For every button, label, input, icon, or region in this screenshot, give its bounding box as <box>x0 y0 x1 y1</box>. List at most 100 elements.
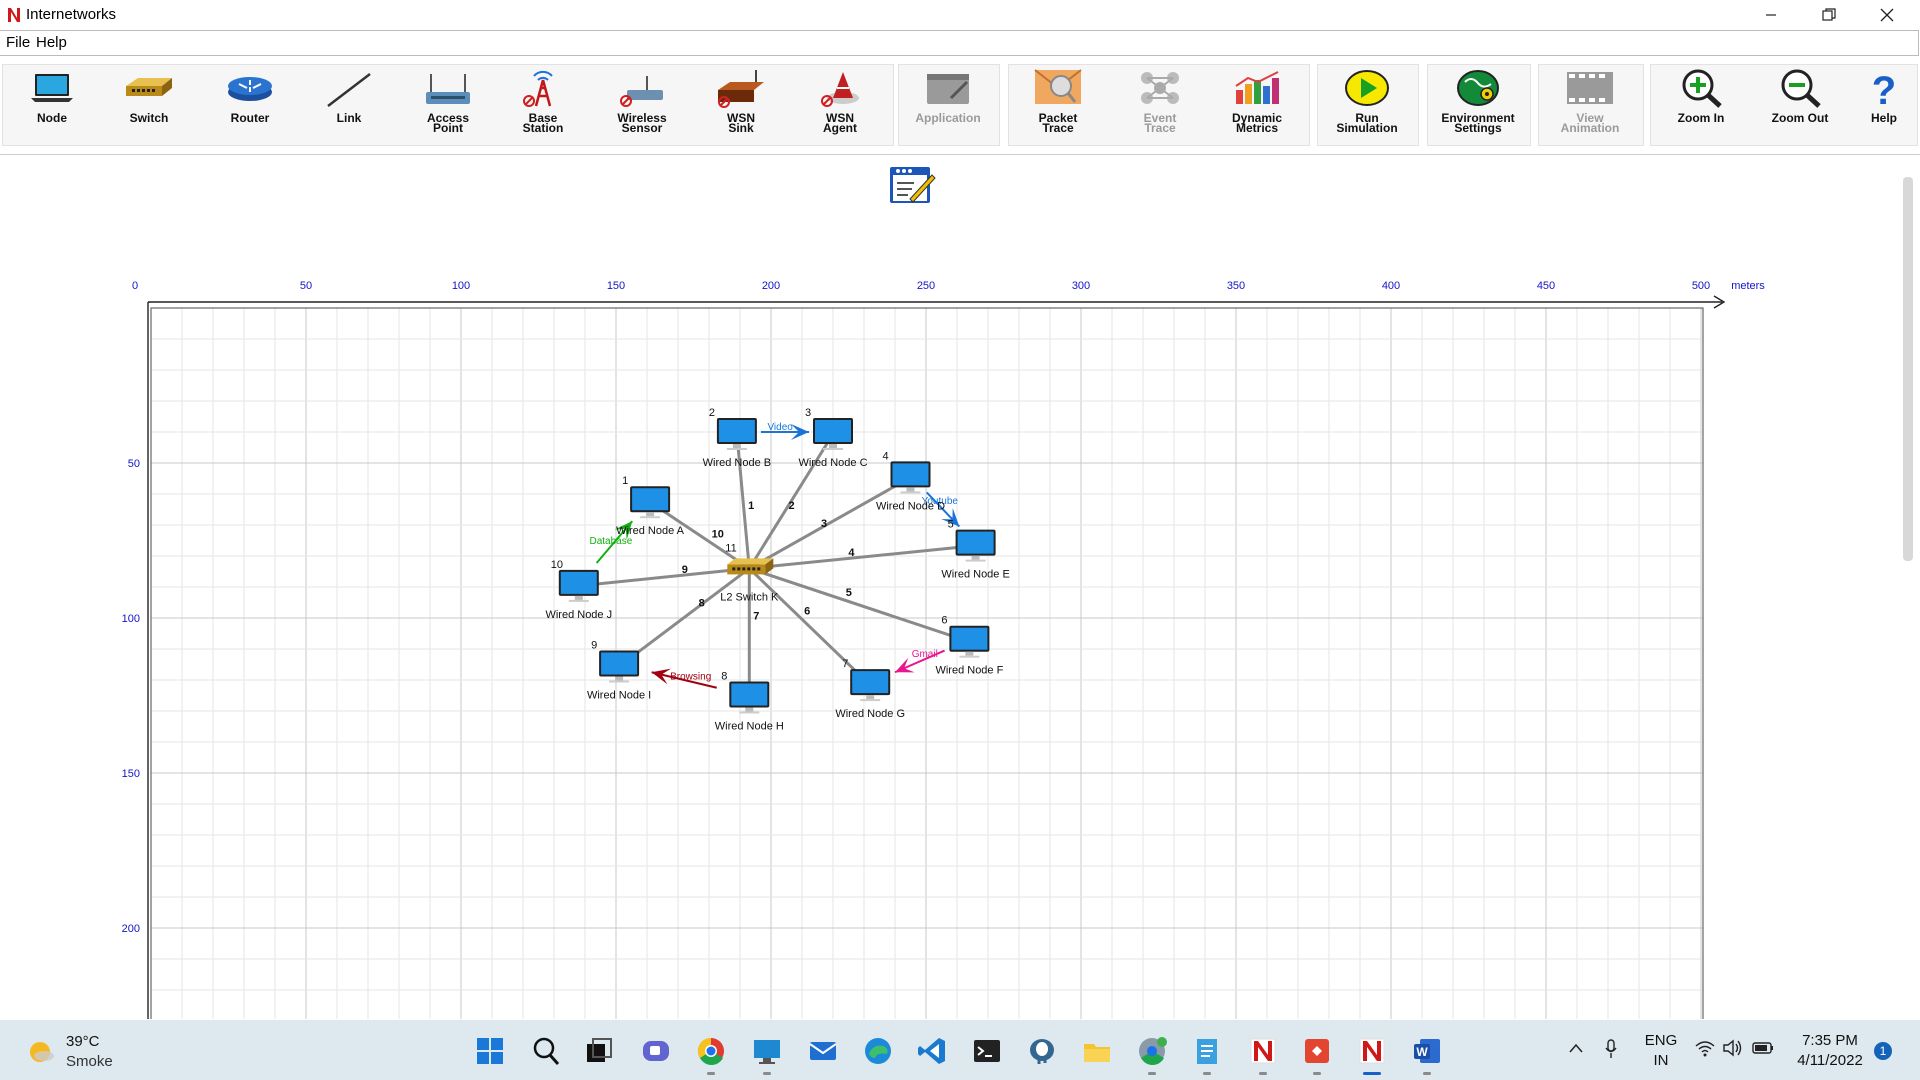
application-icon <box>927 74 969 104</box>
wsn-sink-tool-button[interactable]: WSN Sink <box>696 66 786 142</box>
postgres-icon <box>1030 1039 1054 1064</box>
run-simulation-tool-button[interactable]: Run Simulation <box>1322 66 1412 142</box>
link-label: 1 <box>748 500 754 512</box>
notepad-icon[interactable] <box>890 167 936 203</box>
wsn-agent-tool-button[interactable]: WSN Agent <box>795 66 885 142</box>
wired-node[interactable] <box>630 486 671 519</box>
node-id: 6 <box>941 615 947 627</box>
network-link[interactable] <box>578 566 750 588</box>
chrome-dev-taskbar-button[interactable] <box>1135 1034 1169 1068</box>
windows-start-taskbar-button[interactable] <box>473 1034 507 1068</box>
link-label: 8 <box>699 598 705 610</box>
link-tool-button[interactable]: Link <box>304 66 394 142</box>
packet-trace-tool-label: Packet Trace <box>1038 111 1078 135</box>
word-taskbar-button[interactable]: W <box>1410 1034 1444 1068</box>
run-simulation-tool-label: Run Simulation <box>1336 111 1398 135</box>
network-grid[interactable]: 0 50 100 150 200 250 300 350 400 450 500 meters 50 10… <box>0 155 1920 1019</box>
netsim-active-taskbar-button[interactable] <box>1355 1034 1389 1068</box>
wifi-icon[interactable] <box>1694 1039 1716 1057</box>
design-canvas[interactable]: 0 50 100 150 200 250 300 350 400 450 500 meters 50 10… <box>0 154 1920 1019</box>
laptop-icon <box>31 74 73 102</box>
application-label: Gmail <box>912 649 938 660</box>
link-label: 4 <box>848 547 855 559</box>
file-explorer-taskbar-button[interactable] <box>1080 1034 1114 1068</box>
view-animation-tool-button[interactable]: View Animation <box>1545 66 1635 142</box>
postgres-taskbar-button[interactable] <box>1025 1034 1059 1068</box>
dynamic-metrics-tool-label: Dynamic Metrics <box>1231 111 1283 135</box>
notification-badge[interactable]: 1 <box>1874 1042 1892 1060</box>
wired-node[interactable] <box>850 669 891 702</box>
network-link[interactable] <box>748 567 872 687</box>
close-button[interactable] <box>1858 0 1916 30</box>
clock-date[interactable]: 4/11/2022 <box>1790 1052 1870 1069</box>
wired-node[interactable] <box>716 418 757 450</box>
netsim-taskbar-button[interactable] <box>1246 1034 1280 1068</box>
vscode-taskbar-button[interactable] <box>915 1034 949 1068</box>
node-label: Wired Node H <box>715 721 784 733</box>
menu-file[interactable]: File <box>6 34 30 51</box>
chat-taskbar-button[interactable] <box>639 1034 673 1068</box>
language-indicator[interactable]: ENG <box>1644 1032 1678 1049</box>
y-tick-label: 150 <box>122 768 140 780</box>
vertical-scrollbar[interactable] <box>1903 177 1913 561</box>
zoom-out-tool-button[interactable]: Zoom Out <box>1755 66 1845 142</box>
event-trace-tool-button[interactable]: Event Trace <box>1115 66 1205 142</box>
help-tool-button[interactable]: ? Help <box>1839 66 1920 142</box>
wired-node[interactable] <box>955 529 996 562</box>
link-label: 9 <box>682 564 688 576</box>
edge-taskbar-button[interactable] <box>861 1034 895 1068</box>
zoom-in-tool-button[interactable]: Zoom In <box>1656 66 1746 142</box>
wireless-sensor-tool-button[interactable]: Wireless Sensor <box>597 66 687 142</box>
restore-icon <box>1822 8 1836 21</box>
toolbar: Node Switch Router Link Access Point Bas… <box>0 62 1920 146</box>
region-indicator[interactable]: IN <box>1644 1052 1678 1069</box>
access-point-tool-label: Access Point <box>426 111 470 135</box>
dynamic-metrics-tool-button[interactable]: Dynamic Metrics <box>1212 66 1302 142</box>
network-link[interactable] <box>748 566 970 644</box>
x-tick-label: 50 <box>300 280 312 292</box>
edge-icon <box>865 1038 891 1064</box>
node-label: Wired Node I <box>587 690 651 702</box>
search-taskbar-button[interactable] <box>529 1034 563 1068</box>
weather-description: Smoke <box>66 1053 113 1070</box>
environment-settings-tool-button[interactable]: Environment Settings <box>1433 66 1523 142</box>
grid-border <box>150 307 1704 1019</box>
wired-node[interactable] <box>890 461 931 494</box>
battery-icon[interactable] <box>1752 1040 1776 1056</box>
chrome-taskbar-button[interactable] <box>694 1034 728 1068</box>
desktop-taskbar-button[interactable] <box>750 1034 784 1068</box>
zoom-out-tool-label: Zoom Out <box>1771 111 1829 125</box>
application-tool-button[interactable]: Application <box>903 66 993 142</box>
x-tick-label: 200 <box>762 280 780 292</box>
volume-icon[interactable] <box>1722 1039 1744 1057</box>
wired-node[interactable] <box>949 625 990 658</box>
l2-switch[interactable] <box>727 558 774 575</box>
microphone-icon[interactable] <box>1604 1039 1618 1059</box>
minimize-button[interactable] <box>1742 0 1800 30</box>
restore-button[interactable] <box>1800 0 1858 30</box>
base-station-tool-button[interactable]: Base Station <box>498 66 588 142</box>
y-tick-label: 100 <box>122 613 140 625</box>
packet-trace-tool-button[interactable]: Packet Trace <box>1013 66 1103 142</box>
router-tool-button[interactable]: Router <box>205 66 295 142</box>
windows-start-icon <box>477 1038 503 1064</box>
node-tool-button[interactable]: Node <box>7 66 97 142</box>
clock-time[interactable]: 7:35 PM <box>1790 1032 1870 1049</box>
wired-node[interactable] <box>729 681 770 714</box>
task-view-taskbar-button[interactable] <box>582 1034 616 1068</box>
notepad-taskbar-button[interactable] <box>1190 1034 1224 1068</box>
switch-tool-button[interactable]: Switch <box>104 66 194 142</box>
git-taskbar-button[interactable] <box>1300 1034 1334 1068</box>
chrome-icon <box>697 1037 724 1065</box>
wired-node[interactable] <box>599 650 640 683</box>
mail-taskbar-button[interactable] <box>806 1034 840 1068</box>
wired-node[interactable] <box>813 418 853 450</box>
wired-node[interactable] <box>558 569 599 602</box>
menu-help[interactable]: Help <box>36 34 67 51</box>
access-point-tool-button[interactable]: Access Point <box>403 66 493 142</box>
terminal-taskbar-button[interactable] <box>970 1034 1004 1068</box>
chevron-up-icon[interactable] <box>1568 1041 1584 1057</box>
link-label: 7 <box>753 611 759 623</box>
film-icon <box>1567 72 1613 104</box>
link-label: 10 <box>712 529 724 541</box>
